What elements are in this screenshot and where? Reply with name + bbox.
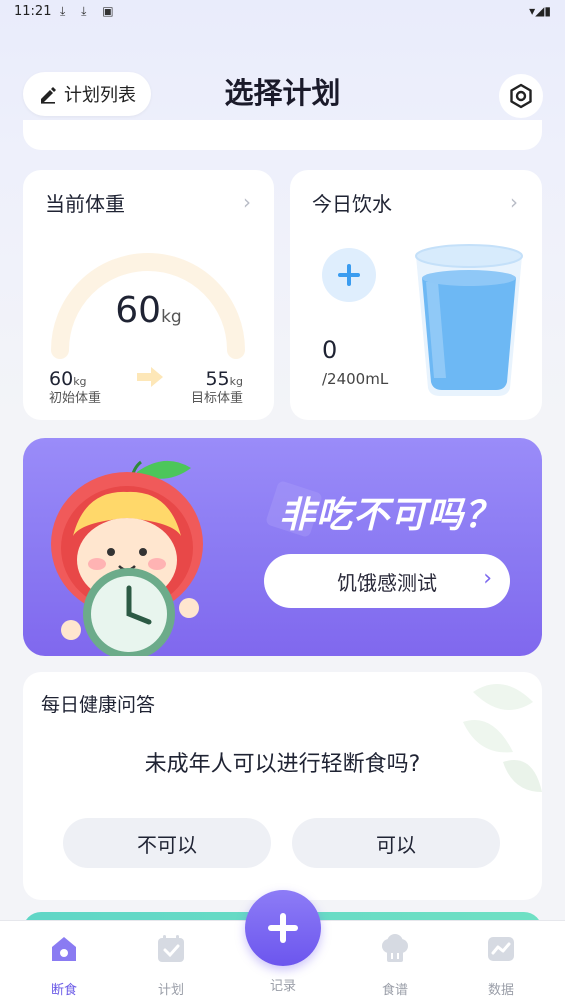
chevron-right-icon: › (243, 190, 251, 214)
current-weight: 60kg (23, 290, 274, 331)
calendar-check-icon (158, 935, 184, 962)
water-card[interactable]: 今日饮水 › 0 /2400mL (290, 170, 542, 420)
plan-card[interactable] (23, 120, 542, 150)
tab-fasting[interactable]: 断食 (29, 933, 99, 998)
tab-data[interactable]: 数据 (466, 933, 536, 998)
tab-label: 记录 (269, 979, 296, 994)
home-icon (52, 937, 76, 961)
status-time: 11:21 (14, 4, 52, 19)
weight-card[interactable]: 当前体重 › 60kg 60kg 初始体重 55kg 目标体重 (23, 170, 274, 420)
plus-icon (338, 264, 360, 286)
tab-label: 数据 (487, 983, 514, 998)
add-water-button[interactable] (322, 248, 376, 302)
arrow-right-icon (137, 367, 163, 387)
weight-card-title: 当前体重 (45, 192, 125, 216)
answer-yes-button[interactable]: 可以 (292, 818, 500, 868)
plus-icon (268, 913, 298, 943)
current-weight-unit: kg (161, 307, 182, 327)
qa-question: 未成年人可以进行轻断食吗? (144, 752, 421, 777)
qa-title: 每日健康问答 (41, 694, 156, 716)
target-weight: 55kg 目标体重 (191, 368, 243, 406)
settings-icon (510, 83, 532, 109)
hunger-test-button[interactable]: 饥饿感测试 › (264, 554, 510, 608)
answer-no-button[interactable]: 不可以 (63, 818, 271, 868)
water-card-title: 今日饮水 (312, 192, 392, 216)
tab-label: 断食 (50, 983, 77, 998)
water-goal: /2400mL (322, 370, 389, 388)
chart-icon (488, 937, 514, 961)
chef-hat-icon (382, 934, 408, 962)
settings-button[interactable] (499, 74, 543, 118)
status-bar: 11:21 ⤓ ⤓ ▣ ▾◢▮ (0, 0, 565, 28)
page-title: 选择计划 (224, 76, 341, 110)
initial-weight: 60kg 初始体重 (49, 368, 101, 406)
leaf-decoration-icon (463, 684, 542, 792)
initial-weight-label: 初始体重 (49, 391, 102, 406)
download-icon: ⤓ ⤓ ▣ (60, 4, 120, 18)
chevron-right-icon: › (510, 190, 518, 214)
banner-title: 非吃不可吗？ (279, 495, 502, 536)
hunger-test-label: 饥饿感测试 (337, 570, 437, 595)
chevron-right-icon: › (483, 566, 492, 591)
current-weight-value: 60 (115, 290, 162, 331)
tab-label: 计划 (157, 983, 184, 998)
tab-label: 食谱 (381, 983, 408, 998)
target-weight-label: 目标体重 (191, 391, 244, 406)
tab-recipes[interactable]: 食谱 (360, 933, 430, 998)
banner-decoration (266, 481, 322, 537)
tab-plan[interactable]: 计划 (136, 933, 206, 998)
water-glass-icon (415, 244, 523, 396)
add-record-button[interactable] (245, 890, 321, 966)
apple-mascot-icon (51, 460, 203, 656)
daily-qa-card: 每日健康问答 未成年人可以进行轻断食吗? 不可以 可以 (23, 672, 542, 900)
water-amount: 0 (322, 336, 338, 364)
hunger-test-banner[interactable]: 非吃不可吗？ 饥饿感测试 › (23, 438, 542, 656)
signal-battery-icon: ▾◢▮ (529, 4, 551, 18)
